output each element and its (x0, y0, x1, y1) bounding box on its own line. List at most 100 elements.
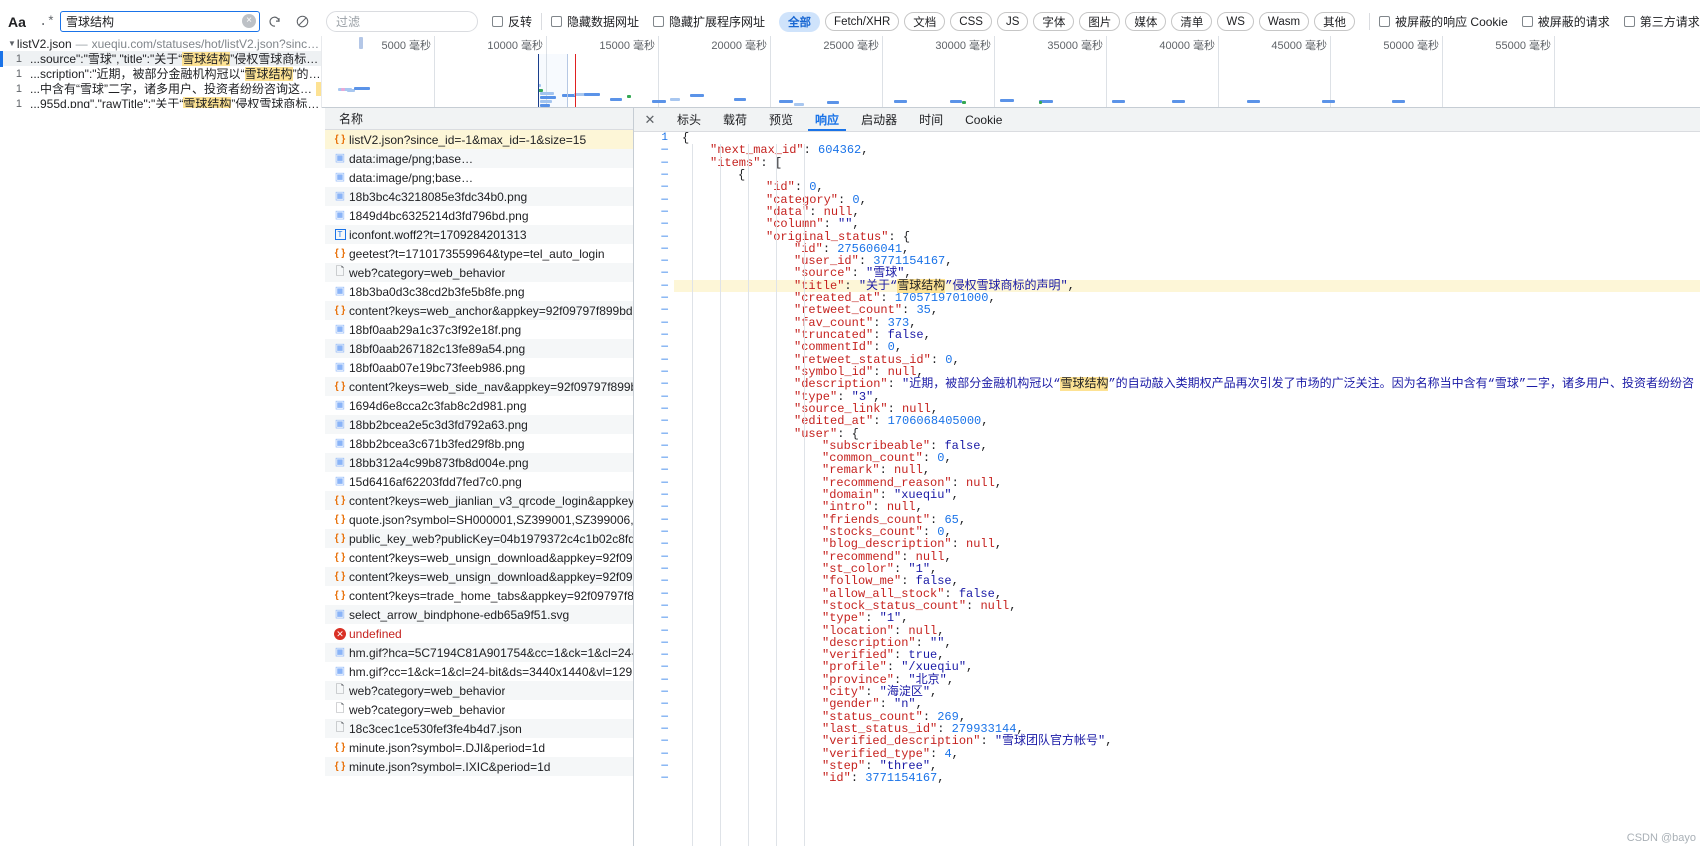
third-party-group[interactable]: 第三方请求 (1623, 13, 1700, 30)
request-row[interactable]: ▣ 18bb2bcea3c671b3fed29f8b.png (325, 434, 633, 453)
tab-载荷[interactable]: 载荷 (712, 108, 758, 131)
search-result-row[interactable]: 1 ...中含有“雪球”二字，诸多用户、投资者纷纷咨询这种“雪... (0, 81, 321, 96)
fold-marker: — (661, 390, 668, 403)
blocked-requests-group[interactable]: 被屏蔽的请求 (1521, 13, 1610, 30)
request-name: web?category=web_behavior (349, 265, 506, 280)
blocked-cookies-group[interactable]: 被屏蔽的响应 Cookie (1379, 13, 1508, 30)
third-party-checkbox[interactable] (1623, 16, 1635, 27)
request-row[interactable]: ▣ 18bb2bcea2e5c3d3fd792a63.png (325, 415, 633, 434)
request-list-panel: 名称 { } listV2.json?since_id=-1&max_id=-1&… (325, 108, 634, 846)
type-filter-fetch-xhr[interactable]: Fetch/XHR (825, 12, 900, 31)
request-row[interactable]: { } content?keys=trade_home_tabs&appkey=9… (325, 586, 633, 605)
request-row[interactable]: ▣ 15d6416af62203fdd7fed7c0.png (325, 472, 633, 491)
request-row[interactable]: { } minute.json?symbol=.IXIC&period=1d (325, 757, 633, 776)
request-row[interactable]: 🗋 web?category=web_behavior (325, 263, 633, 282)
request-row[interactable]: { } public_key_web?publicKey=04b1979372c4… (325, 529, 633, 548)
search-result-file-header[interactable]: ▼ listV2.json — xueqiu.com/statuses/hot/… (0, 36, 321, 51)
refresh-icon[interactable] (260, 11, 288, 33)
request-row[interactable]: 🗋 web?category=web_behavior (325, 700, 633, 719)
filter-input[interactable] (326, 11, 478, 32)
request-row[interactable]: { } content?keys=web_side_nav&appkey=92f0… (325, 377, 633, 396)
close-icon[interactable]: ✕ (634, 108, 666, 131)
timeline-scrollbar-handle[interactable] (359, 37, 363, 49)
request-row[interactable]: { } content?keys=web_unsign_download&appk… (325, 548, 633, 567)
search-result-row[interactable]: 1 ...955d.png","rawTitle":"关于“雪球结构”侵权雪球商标… (0, 96, 321, 108)
hide-ext-urls-checkbox[interactable] (653, 16, 665, 27)
request-row[interactable]: ▣ 18b3ba0d3c38cd2b3fe5b8fe.png (325, 282, 633, 301)
timeline-selection-window[interactable] (538, 54, 568, 107)
request-row[interactable]: Ticonfont.woff2?t=1709284201313 (325, 225, 633, 244)
request-row[interactable]: { } listV2.json?since_id=-1&max_id=-1&siz… (325, 130, 633, 149)
search-match-highlight: 雪球结构 (244, 67, 293, 81)
request-row[interactable]: ▣ hm.gif?cc=1&ck=1&cl=24-bit&ds=3440x1440… (325, 662, 633, 681)
request-row[interactable]: ▣ select_arrow_bindphone-edb65a9f51.svg (325, 605, 633, 624)
line-number: 1 (661, 132, 668, 144)
request-row[interactable]: ▣ hm.gif?hca=5C7194C81A901754&cc=1&ck=1&c… (325, 643, 633, 662)
type-filter--[interactable]: 媒体 (1125, 12, 1167, 31)
search-input-wrapper: × (60, 11, 260, 32)
search-result-snippet: ...source":"雪球","title":"关于“雪球结构”侵权雪球商标的… (30, 52, 321, 66)
request-row[interactable]: ▣ data:image/png;base… (325, 149, 633, 168)
invert-checkbox-group[interactable]: 反转 (492, 13, 532, 30)
hide-ext-urls-group[interactable]: 隐藏扩展程序网址 (653, 13, 765, 30)
type-filter-ws[interactable]: WS (1217, 12, 1254, 31)
request-row[interactable]: { } geetest?t=1710173559964&type=tel_auto… (325, 244, 633, 263)
request-row[interactable]: { } content?keys=web_anchor&appkey=92f097… (325, 301, 633, 320)
tab-时间[interactable]: 时间 (908, 108, 954, 131)
request-row[interactable]: ▣ 18b3bc4c3218085e3fdc34b0.png (325, 187, 633, 206)
type-filter-css[interactable]: CSS (950, 12, 992, 31)
code-token: , (930, 685, 938, 700)
request-row[interactable]: { } content?keys=web_unsign_download&appk… (325, 567, 633, 586)
code-token: null (980, 598, 1010, 613)
request-row[interactable]: ▣ data:image/png;base… (325, 168, 633, 187)
request-row[interactable]: ▣ 18bb312a4c99b873fb8d004e.png (325, 453, 633, 472)
type-filter--[interactable]: 其他 (1314, 12, 1356, 31)
tab-标头[interactable]: 标头 (666, 108, 712, 131)
response-code-viewer[interactable]: 1— — — — — — — — — — — — — — — — — — — — — — — — — — — — — — — — — — — — — — —… (634, 132, 1700, 846)
request-row[interactable]: ▣ 18bf0aab267182c13fe89a54.png (325, 339, 633, 358)
network-overview-timeline[interactable]: 5000 毫秒 10000 毫秒 15000 毫秒 20000 毫秒 25000 毫秒 3… (322, 36, 1700, 108)
request-row[interactable]: ▣ 1694d6e8cca2c3fab8c2d981.png (325, 396, 633, 415)
image-icon: ▣ (334, 418, 346, 430)
hide-data-urls-group[interactable]: 隐藏数据网址 (551, 13, 639, 30)
third-party-label: 第三方请求 (1639, 15, 1700, 29)
request-list-column-header[interactable]: 名称 (325, 108, 633, 130)
timeline-tick: 5000 毫秒 (381, 36, 435, 107)
fold-marker: — (661, 292, 668, 305)
clear-search-icon[interactable]: × (242, 14, 256, 28)
request-row[interactable]: ▣ 1849d4bc6325214d3fd796bd.png (325, 206, 633, 225)
search-input[interactable] (60, 11, 260, 32)
tab-响应[interactable]: 响应 (804, 108, 850, 131)
request-row[interactable]: ✕ undefined (325, 624, 633, 643)
request-row[interactable]: 🗋 web?category=web_behavior (325, 681, 633, 700)
blocked-requests-checkbox[interactable] (1521, 16, 1533, 27)
regex-icon[interactable]: .* (34, 14, 60, 29)
type-filter--[interactable]: 清单 (1171, 12, 1213, 31)
tab-cookie[interactable]: Cookie (954, 108, 1013, 131)
search-result-row[interactable]: 1 ...scription":"近期，被部分金融机构冠以“雪球结构”的自... (0, 66, 321, 81)
match-case-icon[interactable]: Aa (0, 14, 34, 30)
request-row[interactable]: { } content?keys=web_jianlian_v3_qrcode_l… (325, 491, 633, 510)
request-row[interactable]: { } quote.json?symbol=SH000001,SZ399001,S… (325, 510, 633, 529)
chevron-down-icon[interactable]: ▼ (8, 39, 16, 48)
search-result-row[interactable]: 1 ...source":"雪球","title":"关于“雪球结构”侵权雪球商标… (0, 51, 321, 66)
request-row[interactable]: ▣ 18bf0aab07e19bc73feeb986.png (325, 358, 633, 377)
request-row[interactable]: ▣ 18bf0aab29a1c37c3f92e18f.png (325, 320, 633, 339)
blocked-cookies-checkbox[interactable] (1379, 16, 1391, 27)
devtools-network-panel: Aa .* × 反转 隐藏数据网址 隐 (0, 0, 1700, 846)
type-filter--[interactable]: 文档 (904, 12, 946, 31)
type-filter-wasm[interactable]: Wasm (1258, 12, 1310, 31)
indent-guide (776, 144, 777, 846)
hide-data-urls-checkbox[interactable] (551, 16, 563, 27)
request-row[interactable]: 🗋 18c3cec1ce530fef3fe4b4d7.json (325, 719, 633, 738)
type-filter--[interactable]: 字体 (1033, 12, 1075, 31)
tab-启动器[interactable]: 启动器 (850, 108, 908, 131)
request-row[interactable]: { } minute.json?symbol=.DJI&period=1d (325, 738, 633, 757)
type-filter--[interactable]: 图片 (1079, 12, 1121, 31)
timeline-bar (779, 100, 793, 103)
cancel-icon[interactable] (288, 11, 316, 33)
tab-预览[interactable]: 预览 (758, 108, 804, 131)
invert-checkbox[interactable] (492, 16, 503, 27)
type-filter--[interactable]: 全部 (779, 11, 821, 32)
type-filter-js[interactable]: JS (996, 12, 1029, 31)
